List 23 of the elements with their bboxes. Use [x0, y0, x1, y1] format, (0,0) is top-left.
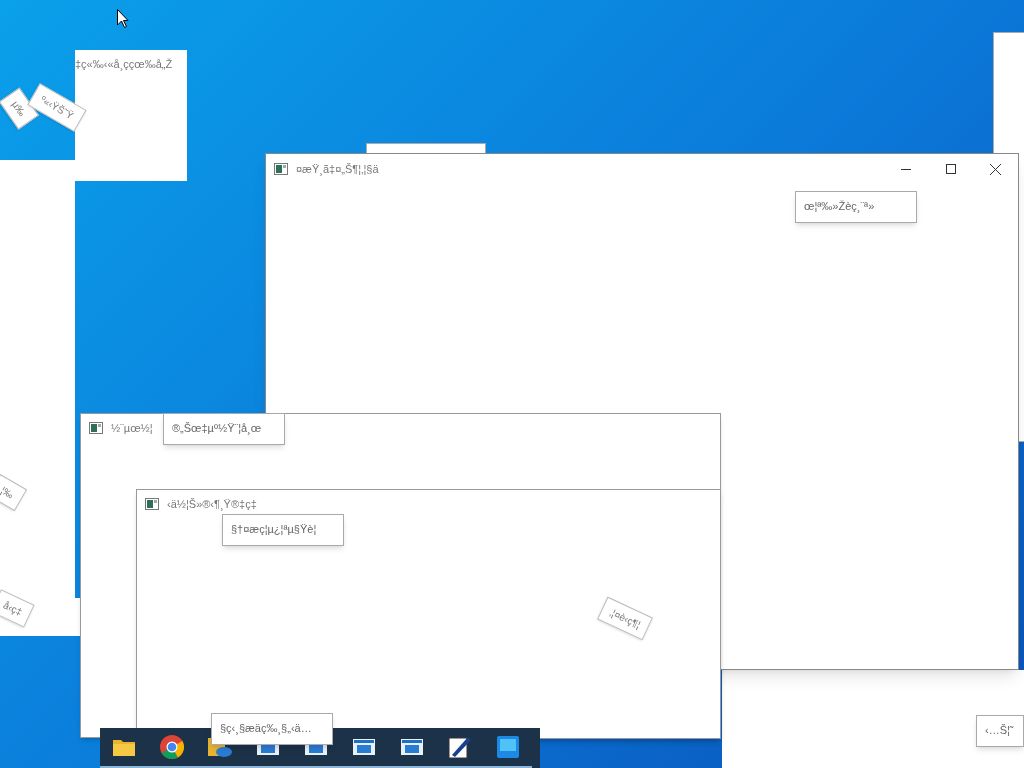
app-icon — [497, 736, 519, 758]
browser-icon — [160, 735, 184, 759]
rotated-card: µ‰ — [0, 87, 39, 130]
folder-icon — [113, 738, 135, 756]
tooltip: §†¤æç¦µ¿¦ªµ§Ÿè¦ — [222, 514, 344, 546]
mouse-pointer-icon — [117, 9, 129, 28]
pen-icon — [448, 735, 472, 759]
tooltip: œ¦ª‰»Žèç¸¨ª» — [795, 191, 917, 223]
window-icon — [401, 739, 423, 755]
maximize-icon — [945, 164, 956, 174]
window-title: ‡ç«‰‹«å¸ççœ‰å„Ž — [75, 57, 174, 73]
window-title: ‹ä½¦Š»®‹¶¸Ÿ®‡ç‡ — [167, 496, 257, 513]
window-icon — [353, 739, 375, 755]
tooltip: ®„Šœ‡µº½Ÿ¨¦å¸œ — [163, 413, 285, 445]
tooltip: §ç‹¸§æäç‰¸§„‹ä… — [211, 713, 333, 745]
window-title: ¤æŸ¸ã‡¤„Š¶¦‚¦§ä — [296, 161, 379, 178]
minimize-icon — [900, 168, 911, 170]
window-app-icon — [274, 163, 288, 175]
window-app-icon — [145, 498, 159, 510]
close-icon — [990, 163, 1001, 175]
window-app-icon — [89, 422, 103, 434]
window-title: ½¨µœ½¦ — [111, 420, 153, 436]
tooltip: ‹…Š¦˜ — [976, 715, 1024, 747]
